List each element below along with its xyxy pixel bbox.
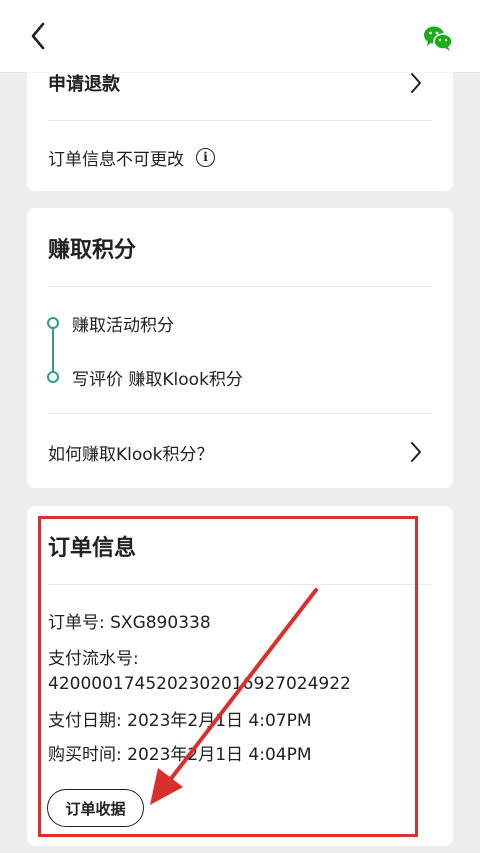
refund-label: 申请退款 [48, 74, 120, 95]
chevron-right-icon [411, 73, 421, 93]
divider [48, 120, 432, 121]
payment-date: 支付日期: 2023年2月1日 4:07PM [48, 710, 312, 731]
top-bar [0, 0, 480, 72]
payment-serial-value: 4200001745202302016927024922 [48, 674, 351, 694]
order-number: 订单号: SXG890338 [48, 612, 211, 633]
points-card: 赚取积分 赚取活动积分 写评价 赚取Klook积分 如何赚取Klook积分？ [27, 208, 453, 488]
info-icon[interactable]: i [196, 147, 215, 167]
divider [48, 286, 432, 287]
order-notice-row: 订单信息不可更改 i [48, 142, 432, 172]
order-notice-label: 订单信息不可更改 [48, 149, 184, 170]
points-step: 赚取活动积分 [72, 310, 432, 336]
timeline-dot [47, 371, 59, 383]
divider [48, 584, 432, 585]
points-title: 赚取积分 [48, 238, 137, 263]
wechat-icon[interactable] [422, 22, 454, 54]
order-info-card: 订单信息 订单号: SXG890338 支付流水号: 4200001745202… [27, 506, 453, 846]
chevron-left-icon [31, 22, 45, 50]
points-step-label: 写评价 赚取Klook积分 [72, 369, 243, 390]
payment-serial-label: 支付流水号: [48, 648, 139, 669]
back-button[interactable] [22, 20, 54, 52]
refund-row[interactable]: 申请退款 [48, 68, 432, 98]
chevron-right-icon [411, 442, 421, 462]
purchase-time: 购买时间: 2023年2月1日 4:04PM [48, 744, 312, 765]
points-step-label: 赚取活动积分 [72, 315, 174, 336]
order-receipt-button[interactable]: 订单收据 [47, 789, 144, 827]
divider [48, 413, 432, 414]
how-to-earn-row[interactable]: 如何赚取Klook积分？ [48, 437, 432, 467]
how-to-earn-label: 如何赚取Klook积分？ [48, 444, 214, 465]
timeline-dot [47, 317, 59, 329]
points-step: 写评价 赚取Klook积分 [72, 364, 432, 390]
order-info-title: 订单信息 [48, 536, 137, 561]
timeline-line [52, 325, 54, 377]
